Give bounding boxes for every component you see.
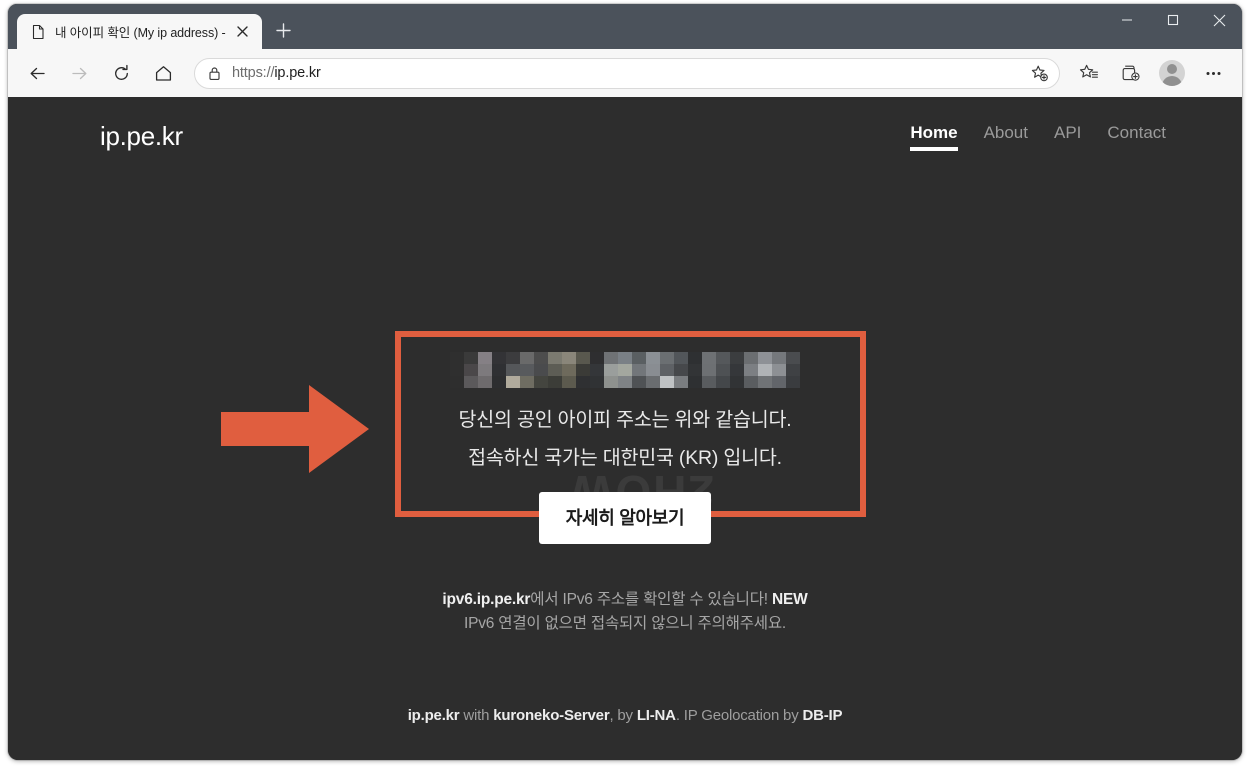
window-controls [1104,4,1242,36]
ipv6-notice-line-1: ipv6.ip.pe.kr에서 IPv6 주소를 확인할 수 있습니다! NEW [442,588,807,612]
forward-arrow-icon[interactable] [61,55,97,91]
maximize-icon[interactable] [1150,4,1196,36]
learn-more-button[interactable]: 자세히 알아보기 [538,492,712,544]
site-nav: Home About API Contact [910,123,1166,151]
back-arrow-icon[interactable] [19,55,55,91]
minimize-icon[interactable] [1104,4,1150,36]
browser-toolbar: https://ip.pe.kr [8,49,1242,97]
footer-text-with: with [459,707,494,724]
url-scheme: https:// [232,65,275,81]
ipv6-new-badge: NEW [772,591,808,608]
star-plus-icon[interactable] [1025,59,1053,87]
ipv6-notice-line-2: IPv6 연결이 없으면 접속되지 않으니 주의해주세요. [463,615,786,633]
ipv6-domain-link[interactable]: ipv6.ip.pe.kr [442,591,530,608]
browser-titlebar: 내 아이피 확인 (My ip address) - [8,4,1242,49]
footer-server-name: kuroneko-Server [493,707,610,724]
page-viewport: ip.pe.kr Home About API Contact 2HOW [8,97,1242,760]
lock-icon [208,66,221,81]
tab-title: 내 아이피 확인 (My ip address) - [55,26,226,40]
nav-link-contact[interactable]: Contact [1107,123,1166,149]
ipv6-notice-text: 에서 IPv6 주소를 확인할 수 있습니다! [530,591,773,608]
ip-info-line-1: 당신의 공인 아이피 주소는 위와 같습니다. [458,409,792,431]
site-header: ip.pe.kr Home About API Contact [8,97,1242,175]
toolbar-right-actions [1068,55,1234,91]
site-logo[interactable]: ip.pe.kr [100,121,183,152]
nav-link-api[interactable]: API [1054,123,1081,149]
tabstrip: 내 아이피 확인 (My ip address) - [8,4,1104,49]
url-host: ip.pe.kr [274,65,321,81]
footer-geo-provider: DB-IP [802,707,843,724]
collections-icon[interactable] [1113,55,1149,91]
nav-link-home[interactable]: Home [910,123,958,151]
footer-text-geo: . IP Geolocation by [675,707,803,724]
new-tab-button[interactable] [267,14,300,47]
page-content: 당신의 공인 아이피 주소는 위와 같습니다. 접속하신 국가는 대한민국 (K… [8,175,1242,636]
browser-tab[interactable]: 내 아이피 확인 (My ip address) - [17,14,262,49]
home-icon[interactable] [145,55,181,91]
footer-text-by: , by [609,707,637,724]
browser-window: 내 아이피 확인 (My ip address) - https://ip.pe… [8,4,1242,760]
profile-avatar-icon[interactable] [1159,60,1185,86]
favorites-list-icon[interactable] [1071,55,1107,91]
ellipsis-icon[interactable] [1195,55,1231,91]
refresh-icon[interactable] [103,55,139,91]
ip-address-redacted [450,352,800,388]
footer-author: LI-NA [636,707,676,724]
ip-info-line-2: 접속하신 국가는 대한민국 (KR) 입니다. [468,447,782,469]
address-bar-url: https://ip.pe.kr [232,65,1025,81]
tab-close-icon[interactable] [232,21,254,43]
page-icon [30,24,46,40]
site-footer: ip.pe.kr with kuroneko-Server, by LI-NA.… [8,707,1242,724]
footer-site-name: ip.pe.kr [407,707,460,724]
nav-link-about[interactable]: About [984,123,1028,149]
close-window-icon[interactable] [1196,4,1242,36]
address-bar[interactable]: https://ip.pe.kr [194,57,1060,89]
ipv6-notice: ipv6.ip.pe.kr에서 IPv6 주소를 확인할 수 있습니다! NEW… [442,588,807,636]
